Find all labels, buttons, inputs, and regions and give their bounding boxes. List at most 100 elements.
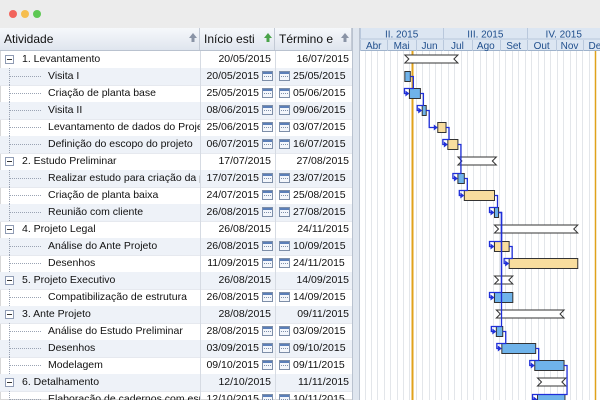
calendar-icon[interactable] xyxy=(279,139,290,149)
activity-cell[interactable]: Desenhos xyxy=(0,340,201,357)
calendar-icon[interactable] xyxy=(279,71,290,81)
start-date-cell[interactable]: 28/08/2015 xyxy=(200,323,276,340)
calendar-icon[interactable] xyxy=(279,190,290,200)
collapse-toggle-icon[interactable] xyxy=(5,55,14,64)
activity-cell[interactable]: 2. Estudo Preliminar xyxy=(0,153,201,170)
sort-arrow-icon[interactable] xyxy=(264,33,272,42)
sort-arrow-icon[interactable] xyxy=(341,33,349,42)
calendar-icon[interactable] xyxy=(279,105,290,115)
calendar-icon[interactable] xyxy=(279,258,290,268)
end-date-cell[interactable]: 09/11/2015 xyxy=(275,357,352,374)
start-date-cell[interactable]: 26/08/2015 xyxy=(200,272,276,289)
calendar-icon[interactable] xyxy=(279,122,290,132)
end-date-cell[interactable]: 16/07/2015 xyxy=(275,136,352,153)
task-row[interactable]: Criação de planta baixa 24/07/2015 25/08/2… xyxy=(0,187,352,205)
end-date-cell[interactable]: 09/10/2015 xyxy=(275,340,352,357)
end-date-cell[interactable]: 09/06/2015 xyxy=(275,102,352,119)
activity-cell[interactable]: Realizar estudo para criação da p xyxy=(0,170,201,187)
collapse-toggle-icon[interactable] xyxy=(5,157,14,166)
start-date-cell[interactable]: 26/08/2015 xyxy=(200,238,276,255)
activity-cell[interactable]: Reunião com cliente xyxy=(0,204,201,221)
task-row[interactable]: Análise do Ante Projeto 26/08/2015 10/09/2… xyxy=(0,238,352,256)
activity-cell[interactable]: Análise do Estudo Preliminar xyxy=(0,323,201,340)
calendar-icon[interactable] xyxy=(262,326,273,336)
activity-cell[interactable]: Definição do escopo do projeto xyxy=(0,136,201,153)
summary-row[interactable]: 3. Ante Projeto 28/08/2015 09/11/2015 xyxy=(0,306,352,324)
start-date-cell[interactable]: 17/07/2015 xyxy=(200,153,276,170)
calendar-icon[interactable] xyxy=(279,292,290,302)
task-row[interactable]: Reunião com cliente 26/08/2015 27/08/2015 xyxy=(0,204,352,222)
end-date-cell[interactable]: 09/11/2015 xyxy=(275,306,352,323)
calendar-icon[interactable] xyxy=(279,207,290,217)
start-date-cell[interactable]: 06/07/2015 xyxy=(200,136,276,153)
end-date-cell[interactable]: 27/08/2015 xyxy=(275,153,352,170)
calendar-icon[interactable] xyxy=(262,139,273,149)
calendar-icon[interactable] xyxy=(262,360,273,370)
end-date-cell[interactable]: 03/07/2015 xyxy=(275,119,352,136)
summary-row[interactable]: 6. Detalhamento 12/10/2015 11/11/2015 xyxy=(0,374,352,392)
end-date-cell[interactable]: 05/06/2015 xyxy=(275,85,352,102)
start-date-cell[interactable]: 25/05/2015 xyxy=(200,85,276,102)
start-date-cell[interactable]: 03/09/2015 xyxy=(200,340,276,357)
activity-cell[interactable]: Visita II xyxy=(0,102,201,119)
end-date-cell[interactable]: 14/09/2015 xyxy=(275,289,352,306)
sort-arrow-icon[interactable] xyxy=(189,33,197,42)
end-date-cell[interactable]: 16/07/2015 xyxy=(275,51,352,68)
collapse-toggle-icon[interactable] xyxy=(5,310,14,319)
start-date-cell[interactable]: 12/10/2015 xyxy=(200,391,276,400)
end-date-cell[interactable]: 11/11/2015 xyxy=(275,374,352,391)
column-header-start[interactable]: Início esti xyxy=(200,28,275,50)
calendar-icon[interactable] xyxy=(262,122,273,132)
calendar-icon[interactable] xyxy=(262,292,273,302)
task-row[interactable]: Levantamento de dados do Projet 25/06/201… xyxy=(0,119,352,137)
task-row[interactable]: Compatibilização de estrutura 26/08/2015 1… xyxy=(0,289,352,307)
activity-cell[interactable]: 5. Projeto Executivo xyxy=(0,272,201,289)
summary-row[interactable]: 5. Projeto Executivo 26/08/2015 14/09/2015 xyxy=(0,272,352,290)
calendar-icon[interactable] xyxy=(262,241,273,251)
close-window-button[interactable] xyxy=(9,10,17,18)
collapse-toggle-icon[interactable] xyxy=(5,378,14,387)
task-row[interactable]: Desenhos 03/09/2015 09/10/2015 xyxy=(0,340,352,358)
start-date-cell[interactable]: 26/08/2015 xyxy=(200,289,276,306)
task-row[interactable]: Desenhos 11/09/2015 24/11/2015 xyxy=(0,255,352,273)
task-row[interactable]: Realizar estudo para criação da p 17/07/2… xyxy=(0,170,352,188)
activity-cell[interactable]: Criação de planta base xyxy=(0,85,201,102)
calendar-icon[interactable] xyxy=(262,190,273,200)
start-date-cell[interactable]: 25/06/2015 xyxy=(200,119,276,136)
calendar-icon[interactable] xyxy=(262,258,273,268)
task-row[interactable]: Definição do escopo do projeto 06/07/2015… xyxy=(0,136,352,154)
activity-cell[interactable]: Levantamento de dados do Projet xyxy=(0,119,201,136)
start-date-cell[interactable]: 20/05/2015 xyxy=(200,68,276,85)
end-date-cell[interactable]: 27/08/2015 xyxy=(275,204,352,221)
activity-cell[interactable]: 1. Levantamento xyxy=(0,51,201,68)
maximize-window-button[interactable] xyxy=(33,10,41,18)
task-row[interactable]: Análise do Estudo Preliminar 28/08/2015 03… xyxy=(0,323,352,341)
activity-cell[interactable]: Análise do Ante Projeto xyxy=(0,238,201,255)
start-date-cell[interactable]: 26/08/2015 xyxy=(200,221,276,238)
end-date-cell[interactable]: 10/11/2015 xyxy=(275,391,352,400)
start-date-cell[interactable]: 28/08/2015 xyxy=(200,306,276,323)
calendar-icon[interactable] xyxy=(279,173,290,183)
end-date-cell[interactable]: 03/09/2015 xyxy=(275,323,352,340)
activity-cell[interactable]: Modelagem xyxy=(0,357,201,374)
pane-splitter[interactable] xyxy=(352,28,360,400)
calendar-icon[interactable] xyxy=(262,71,273,81)
collapse-toggle-icon[interactable] xyxy=(5,276,14,285)
column-header-end[interactable]: Término e xyxy=(275,28,352,50)
activity-cell[interactable]: 6. Detalhamento xyxy=(0,374,201,391)
end-date-cell[interactable]: 10/09/2015 xyxy=(275,238,352,255)
start-date-cell[interactable]: 12/10/2015 xyxy=(200,374,276,391)
minimize-window-button[interactable] xyxy=(21,10,29,18)
task-row[interactable]: Criação de planta base 25/05/2015 05/06/20… xyxy=(0,85,352,103)
activity-cell[interactable]: Desenhos xyxy=(0,255,201,272)
start-date-cell[interactable]: 11/09/2015 xyxy=(200,255,276,272)
calendar-icon[interactable] xyxy=(279,241,290,251)
task-row[interactable]: Visita I 20/05/2015 25/05/2015 xyxy=(0,68,352,86)
activity-cell[interactable]: 4. Projeto Legal xyxy=(0,221,201,238)
calendar-icon[interactable] xyxy=(262,173,273,183)
activity-cell[interactable]: Criação de planta baixa xyxy=(0,187,201,204)
task-row[interactable]: Modelagem 09/10/2015 09/11/2015 xyxy=(0,357,352,375)
calendar-icon[interactable] xyxy=(262,88,273,98)
start-date-cell[interactable]: 08/06/2015 xyxy=(200,102,276,119)
task-row[interactable]: Visita II 08/06/2015 09/06/2015 xyxy=(0,102,352,120)
